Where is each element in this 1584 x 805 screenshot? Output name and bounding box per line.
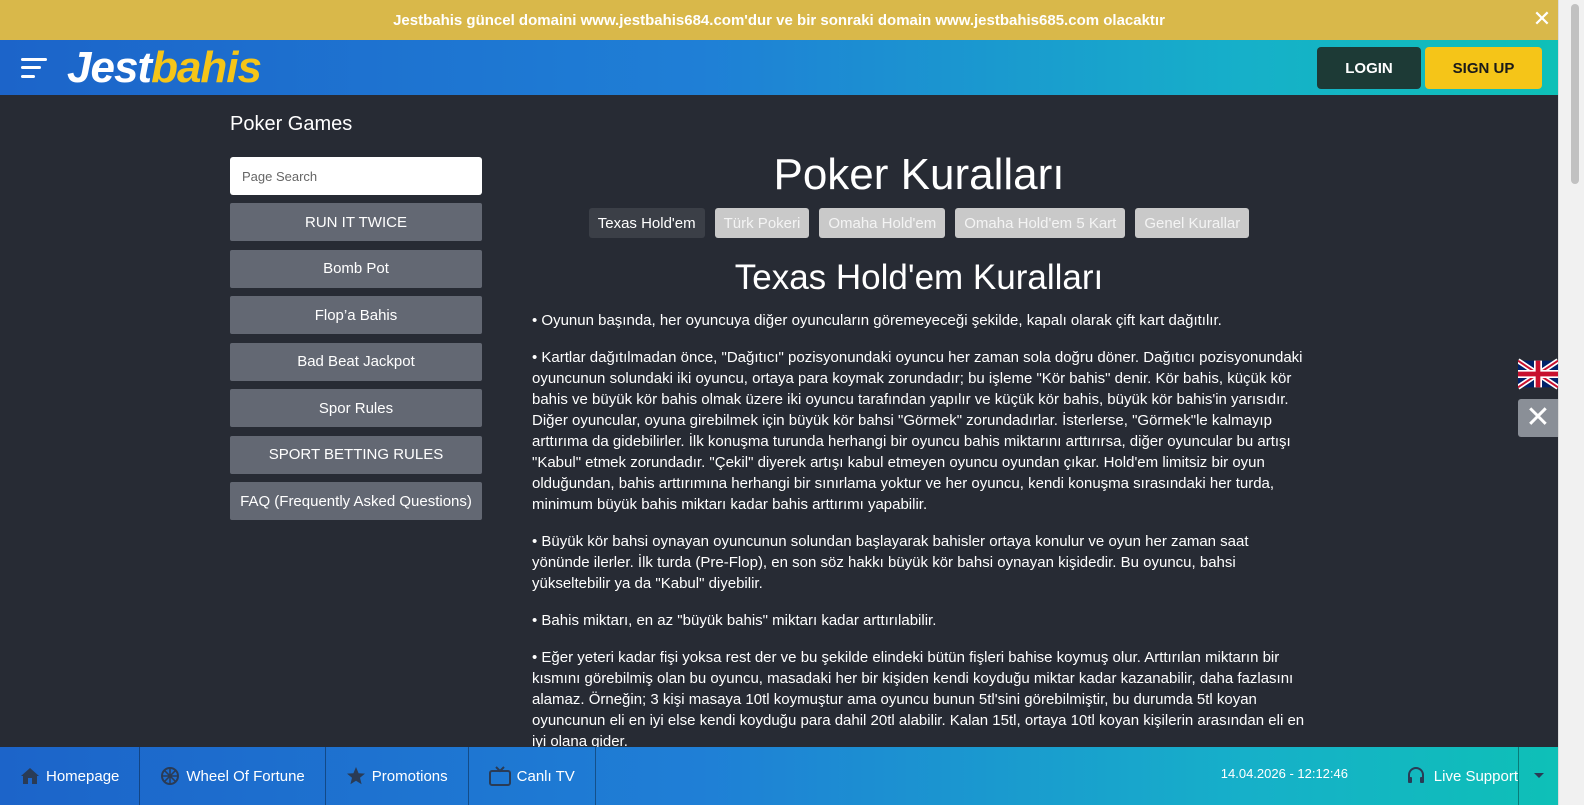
sidebar-item-run-it-twice[interactable]: RUN IT TWICE (230, 203, 482, 241)
sidebar-item-faq[interactable]: FAQ (Frequently Asked Questions) (230, 482, 482, 520)
bottom-nav-label: Homepage (46, 767, 120, 785)
logo[interactable]: Jestbahis (67, 42, 262, 92)
tab-texas-holdem[interactable]: Texas Hold'em (588, 208, 705, 238)
sidebar-item-sport-betting-rules[interactable]: SPORT BETTING RULES (230, 435, 482, 474)
rule-paragraph: • Bahis miktarı, en az "büyük bahis" mik… (532, 612, 937, 629)
headset-icon (1406, 766, 1426, 786)
rule-paragraph: • Büyük kör bahsi oynayan oyuncunun solu… (532, 533, 1249, 592)
bottom-nav-canli-tv[interactable]: Canlı TV (469, 747, 596, 805)
close-icon[interactable]: ✕ (1518, 399, 1558, 437)
tab-omaha-holdem-5-kart[interactable]: Omaha Hold'em 5 Kart (955, 208, 1126, 238)
bottom-nav-label: Wheel Of Fortune (186, 767, 305, 785)
clock: 14.04.2026 - 12:12:46 (1220, 766, 1348, 781)
announcement-bar: Jestbahis güncel domaini www.jestbahis68… (0, 0, 1558, 40)
page-scrollbar[interactable] (1558, 0, 1584, 805)
home-icon (20, 767, 40, 785)
bottom-nav-label: Canlı TV (516, 767, 575, 785)
sidebar-title: Poker Games (230, 113, 353, 135)
tab-genel-kurallar[interactable]: Genel Kurallar (1135, 208, 1250, 238)
logo-text-jest: Jest (67, 42, 152, 92)
live-support-button[interactable]: Live Support (1406, 747, 1518, 805)
tv-icon (488, 766, 511, 786)
scrollbar-thumb[interactable] (1571, 4, 1579, 184)
bottom-nav-label: Promotions (371, 767, 448, 785)
tab-turk-pokeri[interactable]: Türk Pokeri (714, 208, 810, 238)
rule-paragraph: • Oyunun başında, her oyuncuya diğer oyu… (532, 312, 1222, 329)
sidebar-item-flopa-bahis[interactable]: Flop’a Bahis (230, 296, 482, 334)
wheel-icon (160, 766, 180, 786)
rule-paragraph: • Kartlar dağıtılmadan önce, "Dağıtıcı" … (532, 349, 1303, 513)
login-button[interactable]: LOGIN (1317, 47, 1421, 89)
bottom-nav: Homepage Wheel Of Fortune Promotions Can… (0, 747, 1558, 805)
logo-text-bahis: bahis (151, 42, 262, 92)
sidebar: Poker Games RUN IT TWICE Bomb Pot Flop’a… (230, 113, 482, 529)
menu-icon[interactable] (21, 57, 47, 78)
page-search-input[interactable] (230, 157, 482, 195)
chevron-down-icon[interactable] (1518, 747, 1558, 805)
star-icon (346, 766, 366, 786)
page-title: Poker Kuralları (773, 150, 1065, 199)
rule-paragraph: • Eğer yeteri kadar fişi yoksa rest der … (532, 649, 1305, 750)
bottom-nav-wheel-of-fortune[interactable]: Wheel Of Fortune (140, 747, 326, 805)
rules-tabs: Texas Hold'em Türk Pokeri Omaha Hold'em … (532, 208, 1306, 238)
uk-flag-icon[interactable] (1518, 354, 1558, 394)
signup-button[interactable]: SIGN UP (1425, 47, 1542, 89)
section-title: Texas Hold'em Kuralları (734, 258, 1104, 297)
bottom-nav-homepage[interactable]: Homepage (0, 747, 141, 805)
live-support-label: Live Support (1433, 767, 1518, 785)
header: Jestbahis LOGIN SIGN UP (0, 40, 1558, 95)
sidebar-item-spor-rules[interactable]: Spor Rules (230, 389, 482, 427)
bottom-nav-promotions[interactable]: Promotions (326, 747, 469, 805)
close-icon[interactable]: ✕ (1530, 8, 1554, 32)
sidebar-item-bad-beat-jackpot[interactable]: Bad Beat Jackpot (230, 342, 482, 381)
tab-omaha-holdem[interactable]: Omaha Hold'em (819, 208, 946, 238)
sidebar-item-bomb-pot[interactable]: Bomb Pot (230, 249, 482, 288)
announcement-text: Jestbahis güncel domaini www.jestbahis68… (393, 11, 1165, 29)
main-content: Poker Kuralları Texas Hold'em Türk Poker… (532, 150, 1306, 768)
